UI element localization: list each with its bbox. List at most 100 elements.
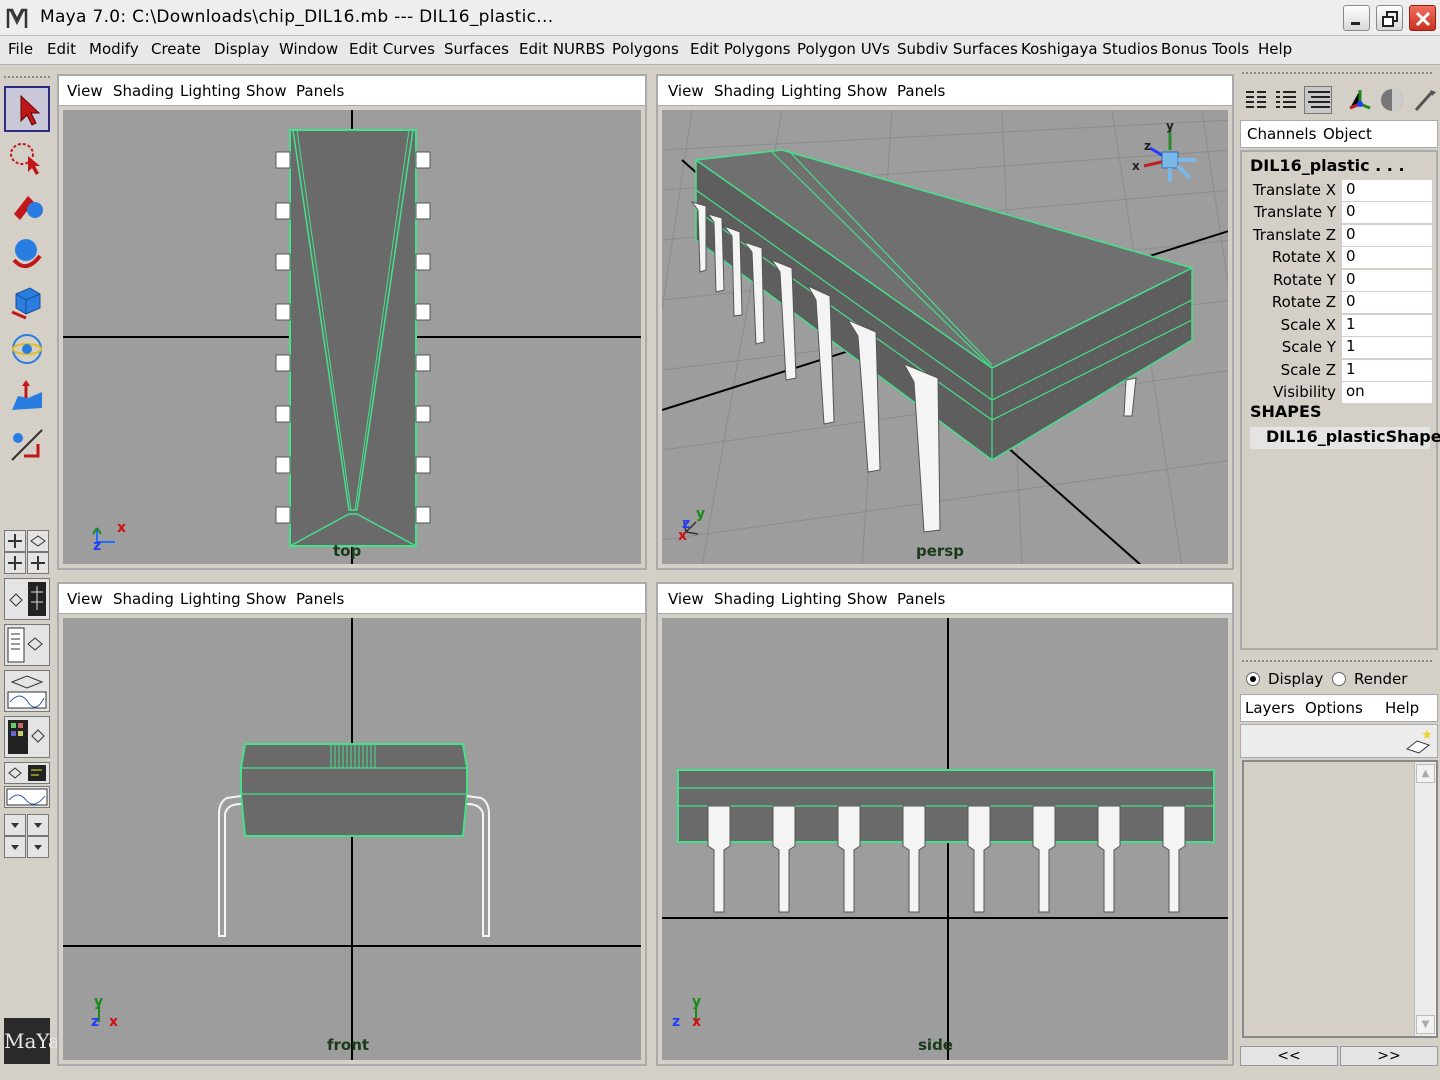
scroll-up-button[interactable]: ▲ xyxy=(1416,764,1435,783)
vp-menu-show[interactable]: Show xyxy=(246,590,286,608)
vp-menu-view[interactable]: View xyxy=(668,82,704,100)
custom-layout-dropdown-3[interactable] xyxy=(4,836,26,858)
render-layer-radio[interactable] xyxy=(1332,672,1346,686)
channel-row[interactable]: Rotate Y 0 xyxy=(1242,270,1438,292)
menu-polygon-uvs[interactable]: Polygon UVs xyxy=(797,40,890,58)
channel-value-field[interactable]: 0 xyxy=(1342,180,1432,201)
channel-value-field[interactable]: 0 xyxy=(1342,225,1432,246)
panel-grip[interactable] xyxy=(1242,72,1432,76)
channel-row[interactable]: Scale Z 1 xyxy=(1242,360,1438,382)
custom-layout-dropdown-2[interactable] xyxy=(27,814,49,836)
menu-window[interactable]: Window xyxy=(279,40,338,58)
pager-previous-button[interactable]: << xyxy=(1240,1046,1338,1066)
minimize-button[interactable] xyxy=(1343,5,1370,31)
vp-menu-shading[interactable]: Shading xyxy=(714,590,775,608)
close-button[interactable] xyxy=(1409,5,1436,31)
channel-value-field[interactable]: 1 xyxy=(1342,337,1432,358)
scroll-down-button[interactable]: ▼ xyxy=(1416,1015,1435,1034)
menu-edit-curves[interactable]: Edit Curves xyxy=(349,40,435,58)
scale-tool[interactable] xyxy=(4,326,50,372)
channel-value-field[interactable]: 1 xyxy=(1342,360,1432,381)
custom-layout-dropdown-1[interactable] xyxy=(4,814,26,836)
rotate-tool[interactable] xyxy=(4,278,50,324)
last-tool-slot[interactable] xyxy=(4,470,50,518)
paint-tool-icon[interactable] xyxy=(1410,86,1438,114)
select-tool[interactable] xyxy=(4,86,50,132)
viewport-canvas-persp[interactable]: y z x y z x persp xyxy=(662,110,1228,564)
attribute-editor-icon[interactable] xyxy=(1272,86,1300,114)
channel-value-field[interactable]: 0 xyxy=(1342,292,1432,313)
layout-outliner-persp-button[interactable] xyxy=(4,578,50,620)
vp-menu-view[interactable]: View xyxy=(67,590,103,608)
layer-list[interactable]: ▲ ▼ xyxy=(1242,760,1438,1038)
channel-value-field[interactable]: 1 xyxy=(1342,315,1432,336)
channel-row[interactable]: Translate Z 0 xyxy=(1242,225,1438,247)
channel-value-field[interactable]: on xyxy=(1342,382,1432,403)
tool-settings-icon[interactable] xyxy=(1346,86,1374,114)
layout-graph-button[interactable] xyxy=(4,786,50,808)
layout-persp-button[interactable] xyxy=(27,530,49,552)
channel-layer-icon[interactable] xyxy=(1304,86,1332,114)
channel-box-tab-channels[interactable]: Channels xyxy=(1247,125,1316,143)
vp-menu-panels[interactable]: Panels xyxy=(897,590,945,608)
channel-value-field[interactable]: 0 xyxy=(1342,247,1432,268)
layout-persp-outliner-button[interactable] xyxy=(4,762,50,784)
vp-menu-panels[interactable]: Panels xyxy=(897,82,945,100)
viewport-top[interactable]: View Shading Lighting Show Panels x z to… xyxy=(57,74,647,570)
layout-grid-button-2[interactable] xyxy=(27,552,49,574)
layout-hypershade-button[interactable] xyxy=(4,716,50,758)
new-layer-icon[interactable] xyxy=(1403,727,1433,757)
viewport-side[interactable]: View Shading Lighting Show Panels y z x … xyxy=(656,582,1234,1066)
universal-manipulator-tool[interactable] xyxy=(4,374,50,420)
toolbox-grip[interactable] xyxy=(4,76,50,80)
layer-menu-options[interactable]: Options xyxy=(1305,699,1363,717)
show-manipulator-tool[interactable] xyxy=(4,422,50,468)
layout-graph-editor-button[interactable] xyxy=(4,670,50,712)
menu-polygons[interactable]: Polygons xyxy=(612,40,679,58)
vp-menu-lighting[interactable]: Lighting xyxy=(180,82,241,100)
menu-subdiv-surfaces[interactable]: Subdiv Surfaces xyxy=(897,40,1018,58)
vp-menu-view[interactable]: View xyxy=(67,82,103,100)
vp-menu-shading[interactable]: Shading xyxy=(714,82,775,100)
layer-editor-grip[interactable] xyxy=(1242,660,1432,664)
channel-value-field[interactable]: 0 xyxy=(1342,270,1432,291)
vp-menu-show[interactable]: Show xyxy=(246,82,286,100)
vp-menu-shading[interactable]: Shading xyxy=(113,82,174,100)
channel-row[interactable]: Scale X 1 xyxy=(1242,315,1438,337)
move-tool[interactable] xyxy=(4,230,50,276)
render-sphere-icon[interactable] xyxy=(1378,86,1406,114)
menu-modify[interactable]: Modify xyxy=(89,40,139,58)
layout-grid-button[interactable] xyxy=(4,552,26,574)
channel-row[interactable]: Translate Y 0 xyxy=(1242,202,1438,224)
display-layer-radio[interactable] xyxy=(1246,672,1260,686)
layer-menu-layers[interactable]: Layers xyxy=(1245,699,1295,717)
layer-scrollbar[interactable]: ▲ ▼ xyxy=(1414,762,1436,1036)
vp-menu-view[interactable]: View xyxy=(668,590,704,608)
channel-row[interactable]: Visibility on xyxy=(1242,382,1438,404)
layout-four-panes-button[interactable] xyxy=(4,530,26,552)
paint-select-tool[interactable] xyxy=(4,182,50,228)
viewport-canvas-side[interactable]: y z x side xyxy=(662,618,1228,1060)
menu-surfaces[interactable]: Surfaces xyxy=(444,40,509,58)
channel-box-icon[interactable] xyxy=(1242,86,1270,114)
menu-bonus-tools[interactable]: Bonus Tools xyxy=(1161,40,1249,58)
vp-menu-panels[interactable]: Panels xyxy=(296,590,344,608)
channel-value-field[interactable]: 0 xyxy=(1342,202,1432,223)
channel-row[interactable]: Rotate X 0 xyxy=(1242,247,1438,269)
viewport-front[interactable]: View Shading Lighting Show Panels y z x … xyxy=(57,582,647,1066)
channel-row[interactable]: Rotate Z 0 xyxy=(1242,292,1438,314)
lasso-tool[interactable] xyxy=(4,134,50,180)
channel-row[interactable]: Scale Y 1 xyxy=(1242,337,1438,359)
menu-create[interactable]: Create xyxy=(151,40,201,58)
menu-edit[interactable]: Edit xyxy=(47,40,76,58)
viewport-canvas-top[interactable]: x z top xyxy=(63,110,641,564)
layout-outliner-button[interactable] xyxy=(4,624,50,666)
shape-name[interactable]: DIL16_plasticShape xyxy=(1250,427,1440,449)
restore-button[interactable] xyxy=(1376,5,1403,31)
pager-next-button[interactable]: >> xyxy=(1340,1046,1438,1066)
selected-object-name[interactable]: DIL16_plastic . . . xyxy=(1250,156,1405,175)
menu-file[interactable]: File xyxy=(8,40,33,58)
viewport-canvas-front[interactable]: y z x front xyxy=(63,618,641,1060)
viewport-persp[interactable]: View Shading Lighting Show Panels y z x … xyxy=(656,74,1234,570)
menu-display[interactable]: Display xyxy=(214,40,269,58)
